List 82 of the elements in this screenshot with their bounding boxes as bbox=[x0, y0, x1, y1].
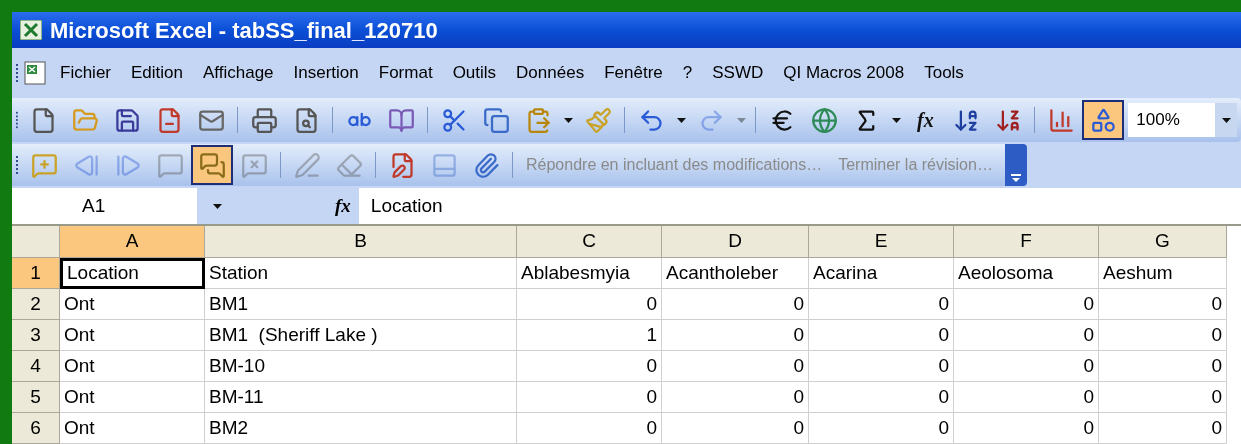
row-header[interactable]: 1 bbox=[12, 258, 60, 289]
menu-item[interactable]: Fichier bbox=[51, 56, 120, 90]
table-cell: Ont bbox=[60, 289, 205, 320]
table-cell: 1 bbox=[517, 320, 662, 351]
menu-item[interactable]: SSWD bbox=[703, 56, 773, 90]
table-cell: Aeolosoma bbox=[954, 258, 1099, 289]
table-cell: Ablabesmyia bbox=[517, 258, 662, 289]
caret-icon bbox=[1221, 117, 1231, 123]
menu-item[interactable]: Format bbox=[369, 56, 442, 90]
column-header[interactable]: G bbox=[1099, 226, 1227, 258]
table-cell: 0 bbox=[517, 351, 662, 382]
table-cell: BM-11 bbox=[205, 382, 517, 413]
menu-item[interactable]: Insertion bbox=[284, 56, 368, 90]
table-cell: 0 bbox=[809, 289, 954, 320]
toolbar-grip-icon bbox=[16, 63, 19, 83]
table-cell: 0 bbox=[1099, 382, 1227, 413]
insert-function-label[interactable]: fx bbox=[327, 188, 359, 224]
table-cell: BM1 bbox=[205, 289, 517, 320]
table-cell: 0 bbox=[1099, 289, 1227, 320]
table-cell: 0 bbox=[1099, 413, 1227, 444]
menu-item[interactable]: Affichage bbox=[194, 56, 283, 90]
table-cell: 0 bbox=[954, 289, 1099, 320]
table-cell: 0 bbox=[662, 289, 809, 320]
table-cell: Acarina bbox=[809, 258, 954, 289]
comments-button[interactable] bbox=[191, 145, 233, 185]
row-header[interactable]: 3 bbox=[12, 320, 60, 351]
menu-item[interactable]: Outils bbox=[443, 56, 506, 90]
chevron-down-icon bbox=[1010, 174, 1021, 182]
table-cell: 0 bbox=[517, 289, 662, 320]
workbook-icon bbox=[21, 60, 49, 86]
function-button[interactable]: fx bbox=[905, 101, 946, 139]
menu-item[interactable]: Tools bbox=[915, 56, 973, 90]
table-cell: BM1 (Sheriff Lake ) bbox=[205, 320, 517, 351]
table-cell: 0 bbox=[954, 320, 1099, 351]
table-cell: Ont bbox=[60, 382, 205, 413]
table-cell: Station bbox=[205, 258, 517, 289]
menu-item[interactable]: QI Macros 2008 bbox=[774, 56, 914, 90]
table-cell: 0 bbox=[954, 382, 1099, 413]
table-cell: 0 bbox=[517, 382, 662, 413]
column-header[interactable]: F bbox=[954, 226, 1099, 258]
row-header[interactable]: 4 bbox=[12, 351, 60, 382]
menu-item[interactable]: Fenêtre bbox=[595, 56, 672, 90]
table-cell: 0 bbox=[954, 351, 1099, 382]
table-cell: Location bbox=[60, 258, 205, 289]
table-cell: 0 bbox=[809, 320, 954, 351]
column-header[interactable]: B bbox=[205, 226, 517, 258]
column-header[interactable]: D bbox=[662, 226, 809, 258]
menu-item[interactable]: ? bbox=[673, 56, 702, 90]
table-cell: Aeshum bbox=[1099, 258, 1227, 289]
row-header[interactable]: 6 bbox=[12, 413, 60, 444]
toolbar-grip-icon bbox=[16, 110, 19, 130]
toolbar-grip-icon bbox=[16, 155, 19, 175]
menu-item[interactable]: Edition bbox=[122, 56, 192, 90]
table-cell: 0 bbox=[662, 413, 809, 444]
table-cell: 0 bbox=[1099, 351, 1227, 382]
toolbar-options-button[interactable] bbox=[1004, 144, 1027, 186]
table-cell: 0 bbox=[662, 320, 809, 351]
table-cell: 0 bbox=[954, 413, 1099, 444]
table-cell: 0 bbox=[809, 351, 954, 382]
spreadsheet-app-icon bbox=[20, 20, 42, 40]
column-header[interactable]: E bbox=[809, 226, 954, 258]
column-header[interactable]: A bbox=[60, 226, 205, 258]
table-cell: Ont bbox=[60, 351, 205, 382]
table-cell: 0 bbox=[517, 413, 662, 444]
menu-item[interactable]: Données bbox=[507, 56, 594, 90]
table-cell: 0 bbox=[1099, 320, 1227, 351]
shapes-button[interactable] bbox=[1082, 100, 1125, 140]
table-cell: 0 bbox=[809, 382, 954, 413]
zoom-dropdown[interactable]: 100% bbox=[1128, 103, 1237, 137]
table-cell: BM-10 bbox=[205, 351, 517, 382]
table-cell: Ont bbox=[60, 320, 205, 351]
table-cell: 0 bbox=[662, 351, 809, 382]
column-header[interactable]: C bbox=[517, 226, 662, 258]
table-cell: 0 bbox=[662, 382, 809, 413]
row-header[interactable]: 2 bbox=[12, 289, 60, 320]
table-cell: Acantholeber bbox=[662, 258, 809, 289]
row-header[interactable]: 5 bbox=[12, 382, 60, 413]
table-cell: 0 bbox=[809, 413, 954, 444]
table-cell: Ont bbox=[60, 413, 205, 444]
window-title: Microsoft Excel - tabSS_final_120710 bbox=[50, 16, 438, 45]
table-cell: BM2 bbox=[205, 413, 517, 444]
caret-icon bbox=[213, 203, 222, 209]
